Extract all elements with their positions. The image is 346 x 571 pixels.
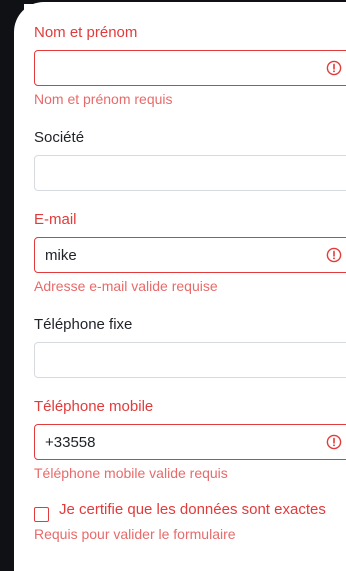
certify-field: Je certifie que les données sont exactes… [34, 502, 346, 544]
exclamation-circle-icon [326, 60, 342, 76]
full-name-label: Nom et prénom [34, 24, 138, 41]
contact-form: Nom et prénom Nom et prénom requis Socié… [34, 24, 346, 544]
email-field: E-mail Adresse e-mail valide requise [34, 211, 346, 296]
company-input[interactable] [34, 155, 346, 191]
mobile-input-wrap [34, 424, 346, 460]
screen: Nom et prénom Nom et prénom requis Socié… [14, 2, 346, 571]
exclamation-circle-icon [326, 434, 342, 450]
full-name-input-wrap [34, 50, 346, 86]
email-input[interactable] [34, 237, 346, 273]
mobile-label: Téléphone mobile [34, 398, 154, 415]
exclamation-circle-icon [326, 247, 342, 263]
certify-error: Requis pour valider le formulaire [34, 526, 236, 542]
full-name-input[interactable] [34, 50, 346, 86]
certify-checkbox[interactable] [34, 507, 49, 522]
email-input-wrap [34, 237, 346, 273]
mobile-input[interactable] [34, 424, 346, 460]
landline-input-wrap [34, 342, 346, 378]
company-label: Société [34, 129, 85, 146]
landline-field: Téléphone fixe [34, 316, 346, 378]
certify-row[interactable]: Je certifie que les données sont exactes [34, 502, 346, 522]
company-field: Société [34, 129, 346, 191]
company-input-wrap [34, 155, 346, 191]
mobile-field: Téléphone mobile Téléphone mobile valide… [34, 398, 346, 483]
mobile-error: Téléphone mobile valide requis [34, 465, 228, 481]
email-label: E-mail [34, 211, 77, 228]
full-name-field: Nom et prénom Nom et prénom requis [34, 24, 346, 109]
full-name-error: Nom et prénom requis [34, 91, 173, 107]
landline-label: Téléphone fixe [34, 316, 133, 333]
email-error: Adresse e-mail valide requise [34, 278, 218, 294]
landline-input[interactable] [34, 342, 346, 378]
certify-label[interactable]: Je certifie que les données sont exactes [59, 502, 346, 517]
device-frame: Nom et prénom Nom et prénom requis Socié… [0, 0, 346, 571]
